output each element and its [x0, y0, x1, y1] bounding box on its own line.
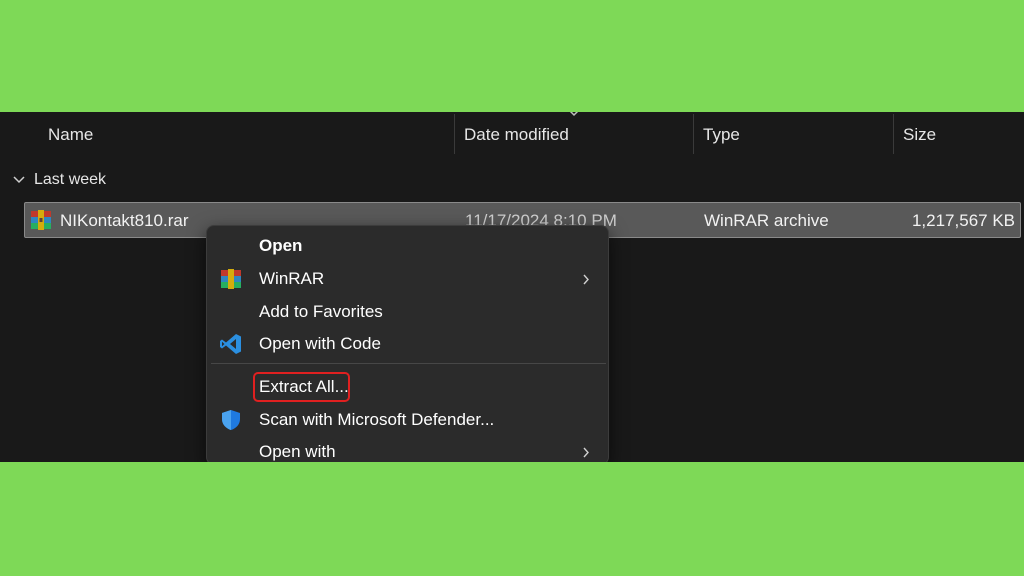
menu-item-add-to-favorites[interactable]: Add to Favorites: [207, 296, 608, 328]
chevron-right-icon: [583, 447, 589, 458]
sort-chevron-icon: [569, 112, 579, 117]
defender-shield-icon: [222, 410, 240, 430]
column-header-type[interactable]: Type: [703, 112, 740, 156]
column-header-name[interactable]: Name: [48, 112, 93, 156]
menu-item-label: Add to Favorites: [259, 302, 383, 321]
menu-item-label: Open with Code: [259, 334, 381, 353]
menu-separator: [211, 363, 606, 364]
menu-item-open-with[interactable]: Open with: [207, 436, 608, 462]
file-name: NIKontakt810.rar: [60, 211, 189, 230]
file-type: WinRAR archive: [704, 211, 829, 230]
menu-item-label: Open with: [259, 442, 336, 461]
chevron-right-icon: [583, 274, 589, 285]
winrar-archive-icon: [31, 210, 51, 230]
menu-item-open-with-code[interactable]: Open with Code: [207, 328, 608, 360]
column-header-size[interactable]: Size: [903, 112, 936, 156]
menu-item-label: Scan with Microsoft Defender...: [259, 410, 495, 429]
file-size: 1,217,567 KB: [911, 211, 1015, 230]
column-divider[interactable]: [893, 114, 894, 154]
column-header-bar: Name Date modified Type Size: [0, 112, 1024, 156]
group-label: Last week: [34, 171, 107, 188]
context-menu: Open WinRAR Add to Favorites Open with C…: [206, 225, 609, 462]
column-header-date-modified[interactable]: Date modified: [464, 112, 569, 156]
winrar-icon: [221, 269, 241, 289]
menu-item-scan-with-defender[interactable]: Scan with Microsoft Defender...: [207, 404, 608, 436]
menu-item-label: WinRAR: [259, 269, 325, 288]
chevron-down-icon: [13, 176, 25, 184]
highlight-annotation-box: [253, 372, 350, 402]
menu-item-winrar[interactable]: WinRAR: [207, 263, 608, 295]
menu-item-open[interactable]: Open: [207, 230, 608, 262]
column-divider[interactable]: [693, 114, 694, 154]
menu-item-label: Open: [259, 236, 303, 255]
vscode-icon: [220, 334, 241, 354]
column-divider[interactable]: [454, 114, 455, 154]
group-header-last-week[interactable]: Last week: [12, 168, 106, 192]
